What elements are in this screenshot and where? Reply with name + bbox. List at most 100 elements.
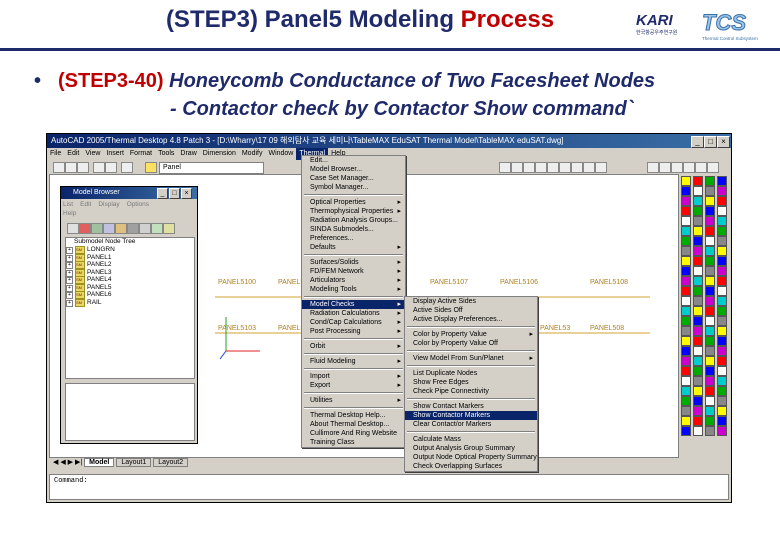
menu-item-symbol-manager[interactable]: Symbol Manager... [302, 183, 405, 192]
toolbar-tool-icon[interactable] [681, 326, 691, 336]
menu-item-output-node-optical-property-summary[interactable]: Output Node Optical Property Summary [405, 453, 537, 462]
menu-item-calculate-mass[interactable]: Calculate Mass [405, 435, 537, 444]
menu-dimension[interactable]: Dimension [200, 148, 239, 160]
menu-item-fd-fem-network[interactable]: FD/FEM Network ▸ [302, 267, 405, 276]
toolbar-tool-icon[interactable] [717, 246, 727, 256]
toolbar-tool-icon[interactable] [693, 326, 703, 336]
toolbar-tool-icon[interactable] [705, 236, 715, 246]
toolbar-tool-icon[interactable] [693, 286, 703, 296]
menu-item-radiation-calculations[interactable]: Radiation Calculations ▸ [302, 309, 405, 318]
tree-node[interactable]: + SM PANEL6 [66, 291, 194, 299]
toolbar-tool-icon[interactable] [705, 246, 715, 256]
toolbar-tool-icon[interactable] [717, 266, 727, 276]
toolbar-tool-icon[interactable] [705, 416, 715, 426]
toolbar-tool-icon[interactable] [717, 236, 727, 246]
toolbar-tool-icon[interactable] [681, 386, 691, 396]
mb-menu-help[interactable]: Help [63, 209, 149, 218]
toolbar-tool-icon[interactable] [717, 186, 727, 196]
menu-item-training-class[interactable]: Training Class [302, 438, 405, 447]
menu-item-radiation-analysis-groups[interactable]: Radiation Analysis Groups... [302, 216, 405, 225]
mb-menu-display[interactable]: Display [98, 201, 119, 208]
expand-icon[interactable]: + [66, 262, 73, 269]
toolbar-tool-icon[interactable] [717, 316, 727, 326]
toolbar-tool-icon[interactable] [705, 376, 715, 386]
menu-item-cond-cap-calculations[interactable]: Cond/Cap Calculations ▸ [302, 318, 405, 327]
save-icon[interactable] [77, 162, 89, 173]
design-center-icon[interactable] [571, 162, 583, 173]
expand-icon[interactable]: + [66, 247, 73, 254]
toolbar-tool-icon[interactable] [717, 406, 727, 416]
open-icon[interactable] [65, 162, 77, 173]
help-icon[interactable] [595, 162, 607, 173]
toolbar-tool-icon[interactable] [681, 236, 691, 246]
toolbar-tool-icon[interactable] [681, 316, 691, 326]
menu-item-show-contact-markers[interactable]: Show Contact Markers [405, 402, 537, 411]
toolbar-tool-icon[interactable] [693, 306, 703, 316]
mb-minimize-button[interactable]: _ [157, 188, 168, 199]
zoom-realtime-icon[interactable] [511, 162, 523, 173]
toolbar-tool-icon[interactable] [693, 226, 703, 236]
toolbar-tool-icon[interactable] [693, 256, 703, 266]
toolbar-tool-icon[interactable] [681, 266, 691, 276]
redo-icon[interactable] [105, 162, 117, 173]
toolbar-tool-icon[interactable] [693, 236, 703, 246]
toolbar-tool-icon[interactable] [681, 246, 691, 256]
toolbar-tool-icon[interactable] [681, 216, 691, 226]
mb-tool-icon-9[interactable] [163, 223, 175, 234]
tree-node[interactable]: + SM LONGRN [66, 246, 194, 254]
menu-item-defaults[interactable]: Defaults ▸ [302, 243, 405, 252]
match-icon[interactable] [121, 162, 133, 173]
toolbar-tool-icon[interactable] [705, 186, 715, 196]
menu-item-output-analysis-group-summary[interactable]: Output Analysis Group Summary [405, 444, 537, 453]
tab-layout2[interactable]: Layout2 [153, 458, 189, 467]
menu-item-model-checks[interactable]: Model Checks ▸ [302, 300, 405, 309]
menu-item-list-duplicate-nodes[interactable]: List Duplicate Nodes [405, 369, 537, 378]
undo-icon[interactable] [93, 162, 105, 173]
properties-icon[interactable] [559, 162, 571, 173]
view-icon-3[interactable] [671, 162, 683, 173]
menu-item-active-display-preferences[interactable]: Active Display Preferences... [405, 315, 537, 324]
view-icon-1[interactable] [647, 162, 659, 173]
toolbar-tool-icon[interactable] [717, 276, 727, 286]
menu-item-show-contactor-markers[interactable]: Show Contactor Markers [405, 411, 537, 420]
toolbar-tool-icon[interactable] [693, 296, 703, 306]
toolbar-tool-icon[interactable] [705, 286, 715, 296]
toolbar-tool-icon[interactable] [681, 176, 691, 186]
toolbar-tool-icon[interactable] [717, 386, 727, 396]
menu-item-check-pipe-connectivity[interactable]: Check Pipe Connectivity [405, 387, 537, 396]
menu-item-sinda-submodels[interactable]: SINDA Submodels... [302, 225, 405, 234]
menu-item-articulators[interactable]: Articulators ▸ [302, 276, 405, 285]
toolbar-tool-icon[interactable] [693, 196, 703, 206]
toolbar-tool-icon[interactable] [705, 296, 715, 306]
toolbar-tool-icon[interactable] [717, 196, 727, 206]
mb-close-button[interactable]: × [181, 188, 192, 199]
menu-item-thermal-desktop-help[interactable]: Thermal Desktop Help... [302, 411, 405, 420]
toolbar-tool-icon[interactable] [693, 356, 703, 366]
pan-icon[interactable] [499, 162, 511, 173]
tree-node[interactable]: + SM PANEL4 [66, 276, 194, 284]
toolbar-tool-icon[interactable] [717, 326, 727, 336]
toolbar-tool-icon[interactable] [681, 256, 691, 266]
toolbar-tool-icon[interactable] [681, 426, 691, 436]
view-icon-4[interactable] [683, 162, 695, 173]
menu-item-post-processing[interactable]: Post Processing ▸ [302, 327, 405, 336]
toolbar-tool-icon[interactable] [705, 426, 715, 436]
menu-item-orbit[interactable]: Orbit ▸ [302, 342, 405, 351]
toolbar-tool-icon[interactable] [681, 346, 691, 356]
toolbar-tool-icon[interactable] [717, 346, 727, 356]
toolbar-tool-icon[interactable] [717, 226, 727, 236]
toolbar-tool-icon[interactable] [693, 216, 703, 226]
menu-item-show-free-edges[interactable]: Show Free Edges [405, 378, 537, 387]
toolbar-tool-icon[interactable] [693, 246, 703, 256]
menu-item-color-by-property-value[interactable]: Color by Property Value ▸ [405, 330, 537, 339]
toolbar-tool-icon[interactable] [681, 206, 691, 216]
toolbar-tool-icon[interactable] [705, 256, 715, 266]
toolbar-tool-icon[interactable] [693, 206, 703, 216]
toolbar-tool-icon[interactable] [681, 396, 691, 406]
toolbar-tool-icon[interactable] [705, 316, 715, 326]
toolbar-tool-icon[interactable] [705, 336, 715, 346]
mb-tool-icon-8[interactable] [151, 223, 163, 234]
toolbar-tool-icon[interactable] [693, 346, 703, 356]
toolbar-tool-icon[interactable] [681, 356, 691, 366]
toolbar-tool-icon[interactable] [717, 306, 727, 316]
